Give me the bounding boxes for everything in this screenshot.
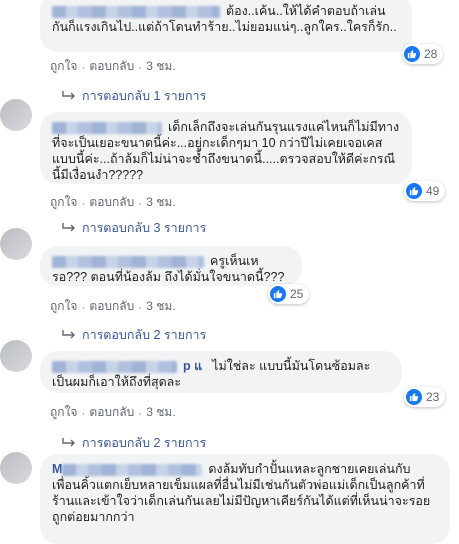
reply-arrow-icon	[62, 438, 75, 447]
avatar[interactable]	[0, 452, 32, 484]
like-button[interactable]: ถูกใจ	[50, 403, 77, 422]
view-replies-link[interactable]: การตอบกลับ 3 รายการ	[62, 218, 206, 238]
avatar[interactable]	[0, 228, 32, 260]
reaction-count[interactable]: 23	[404, 387, 446, 407]
author-name[interactable]: p แ	[183, 358, 202, 374]
comment-bubble: ต้อง..เค้น..ให้ได้คำตอบถ้าเล่นกันก็แรงเก…	[40, 0, 412, 52]
comment-bubble: เด็กเล็กถึงจะเล่นกันรุนแรงแค่ไหนก็ไม่มีท…	[40, 112, 412, 184]
comment-actions: ถูกใจ · ตอบกลับ · 3 ชม.	[50, 193, 176, 212]
reply-button[interactable]: ตอบกลับ	[89, 193, 134, 212]
reply-arrow-icon	[62, 330, 75, 339]
author-name-redacted[interactable]	[52, 255, 204, 268]
comment-timestamp[interactable]: 3 ชม.	[146, 57, 175, 76]
comment-actions: ถูกใจ · ตอบกลับ · 3 ชม.	[50, 297, 176, 316]
reaction-count[interactable]: 49	[404, 181, 446, 201]
reply-arrow-icon	[62, 91, 75, 100]
reaction-number: 28	[424, 47, 438, 61]
like-icon	[406, 183, 422, 199]
view-replies-label: การตอบกลับ 1 รายการ	[82, 89, 207, 103]
author-name-redacted[interactable]	[52, 121, 162, 134]
comment-actions: ถูกใจ · ตอบกลับ · 3 ชม.	[50, 403, 176, 422]
comment-actions: ถูกใจ · ตอบกลับ · 3 ชม.	[50, 57, 176, 76]
view-replies-label: การตอบกลับ 2 รายการ	[82, 328, 207, 342]
like-icon	[404, 46, 420, 62]
separator-dot: ·	[81, 405, 86, 420]
avatar[interactable]	[0, 340, 32, 372]
view-replies-link[interactable]: การตอบกลับ 1 รายการ	[62, 86, 206, 106]
comment-timestamp[interactable]: 3 ชม.	[146, 193, 175, 212]
view-replies-link[interactable]: การตอบกลับ 2 รายการ	[62, 325, 206, 345]
separator-dot: ·	[81, 299, 86, 314]
comment-bubble: p แไม่ใช่ละ แบบนี้มันโดนซ้อมละ เป็นผมก็เ…	[40, 351, 402, 393]
separator-dot: ·	[138, 59, 143, 74]
reaction-count[interactable]: 28	[402, 44, 444, 64]
like-icon	[406, 389, 422, 405]
separator-dot: ·	[81, 59, 86, 74]
reaction-number: 49	[426, 184, 440, 198]
reaction-number: 23	[426, 390, 440, 404]
like-button[interactable]: ถูกใจ	[50, 297, 77, 316]
reaction-count[interactable]: 25	[268, 284, 310, 304]
like-button[interactable]: ถูกใจ	[50, 57, 77, 76]
separator-dot: ·	[138, 299, 143, 314]
author-name[interactable]: M	[52, 461, 62, 477]
reaction-number: 25	[290, 287, 304, 301]
reply-button[interactable]: ตอบกลับ	[89, 57, 134, 76]
like-icon	[270, 286, 286, 302]
comment-timestamp[interactable]: 3 ชม.	[146, 403, 175, 422]
avatar[interactable]	[0, 99, 32, 131]
comment-timestamp[interactable]: 3 ชม.	[146, 297, 175, 316]
reply-button[interactable]: ตอบกลับ	[89, 403, 134, 422]
view-replies-link[interactable]: การตอบกลับ 2 รายการ	[62, 433, 206, 453]
comment-bubble: ครูเห็นเหรอ??? ตอนที่น้องล้ม ถึงได้มั่นใ…	[40, 246, 302, 286]
separator-dot: ·	[138, 405, 143, 420]
author-name-redacted[interactable]	[52, 5, 220, 18]
author-name-redacted[interactable]	[52, 360, 177, 373]
author-name-redacted[interactable]	[62, 463, 203, 476]
reply-arrow-icon	[62, 223, 75, 232]
like-button[interactable]: ถูกใจ	[50, 193, 77, 212]
view-replies-label: การตอบกลับ 2 รายการ	[82, 436, 207, 450]
separator-dot: ·	[138, 195, 143, 210]
separator-dot: ·	[81, 195, 86, 210]
reply-button[interactable]: ตอบกลับ	[89, 297, 134, 316]
view-replies-label: การตอบกลับ 3 รายการ	[82, 221, 207, 235]
